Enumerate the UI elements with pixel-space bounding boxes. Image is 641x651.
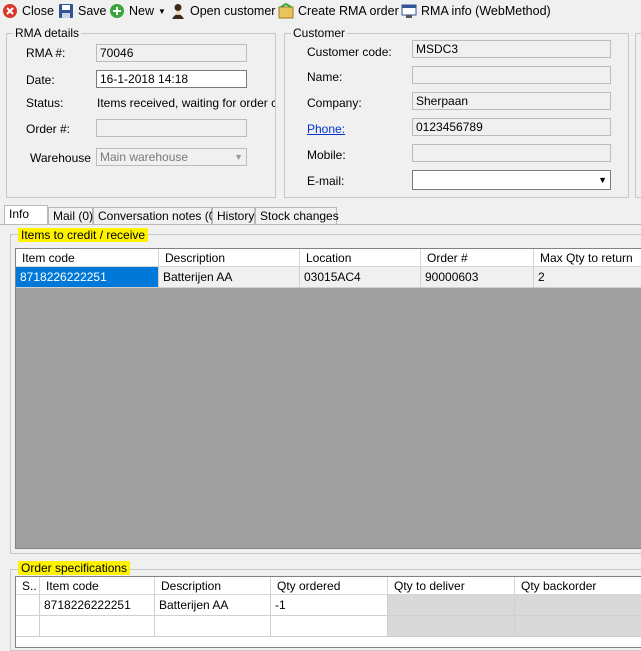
column-header-order-number[interactable]: Order # [421, 249, 534, 267]
cell-item-code[interactable] [40, 616, 155, 637]
close-icon [2, 3, 18, 19]
email-label: E-mail: [307, 174, 345, 188]
cell-qty-ordered[interactable] [271, 616, 388, 637]
cell-status[interactable] [16, 616, 40, 637]
new-button[interactable]: New ▼ [109, 2, 166, 20]
customer-title: Customer [291, 26, 348, 40]
column-header-qty-backorder[interactable]: Qty backorder [515, 577, 641, 595]
column-header-qty-to-deliver[interactable]: Qty to deliver [388, 577, 515, 595]
mobile-label: Mobile: [307, 148, 346, 162]
customer-code-label: Customer code: [307, 45, 392, 59]
column-header-location[interactable]: Location [300, 249, 421, 267]
cell-max-qty[interactable]: 2 [534, 267, 641, 288]
open-customer-button[interactable]: Open customer [170, 2, 275, 20]
status-value: Items received, waiting for order creati… [97, 96, 275, 110]
warehouse-select[interactable]: Main warehouse ▼ [96, 148, 247, 166]
order-spec-title: Order specifications [18, 561, 131, 575]
rma-number-label: RMA #: [26, 46, 66, 60]
rma-info-button[interactable]: RMA info (WebMethod) [401, 2, 551, 20]
order-icon [278, 2, 294, 19]
column-header-item-code[interactable]: Item code [16, 249, 159, 267]
warehouse-label: Warehouse [30, 151, 91, 165]
tab-strip: Info Mail (0) Conversation notes (0) His… [0, 205, 641, 225]
date-field[interactable]: 16-1-2018 14:18 [96, 70, 247, 88]
company-label: Company: [307, 96, 362, 110]
cell-status[interactable] [16, 595, 40, 616]
person-icon [170, 3, 186, 19]
name-field[interactable] [412, 66, 611, 84]
cell-description[interactable]: Batterijen AA [155, 595, 271, 616]
cell-description[interactable]: Batterijen AA [159, 267, 300, 288]
rma-details-title: RMA details [13, 26, 82, 40]
cell-qty-to-deliver[interactable] [388, 595, 515, 616]
rma-number-field[interactable]: 70046 [96, 44, 247, 62]
info-window-icon [401, 3, 417, 19]
customer-code-field[interactable]: MSDC3 [412, 40, 611, 58]
cell-description[interactable] [155, 616, 271, 637]
create-rma-order-button[interactable]: Create RMA order [278, 2, 399, 20]
cell-qty-backorder[interactable] [515, 616, 641, 637]
column-header-description[interactable]: Description [159, 249, 300, 267]
tab-stock-changes[interactable]: Stock changes [255, 207, 339, 224]
status-label: Status: [26, 96, 64, 110]
tab-info[interactable]: Info [4, 205, 48, 225]
save-button[interactable]: Save [58, 2, 107, 20]
column-header-max-qty[interactable]: Max Qty to return [534, 249, 641, 267]
column-header-description[interactable]: Description [155, 577, 271, 595]
extra-group-edge [635, 33, 641, 198]
cell-qty-backorder[interactable] [515, 595, 641, 616]
name-label: Name: [307, 70, 343, 84]
cell-qty-ordered[interactable]: -1 [271, 595, 388, 616]
column-header-qty-ordered[interactable]: Qty ordered [271, 577, 388, 595]
company-field[interactable]: Sherpaan [412, 92, 611, 110]
phone-field[interactable]: 0123456789 [412, 118, 611, 136]
items-grid[interactable]: Item code Description Location Order # M… [15, 248, 641, 549]
mobile-field[interactable] [412, 144, 611, 162]
cell-order-number[interactable]: 90000603 [421, 267, 534, 288]
cell-qty-to-deliver[interactable] [388, 616, 515, 637]
column-header-item-code[interactable]: Item code [40, 577, 155, 595]
close-button[interactable]: Close [2, 2, 54, 20]
tab-conversation-notes[interactable]: Conversation notes (0) [93, 207, 219, 224]
chevron-down-icon: ▼ [234, 152, 243, 162]
order-number-field[interactable] [96, 119, 247, 137]
cell-item-code[interactable]: 8718226222251 [16, 267, 159, 288]
items-section-title: Items to credit / receive [18, 228, 149, 242]
cell-item-code[interactable]: 8718226222251 [40, 595, 155, 616]
date-label: Date: [26, 73, 55, 87]
chevron-down-icon: ▼ [598, 175, 607, 185]
phone-link[interactable]: Phone: [307, 122, 345, 136]
plus-icon [109, 3, 125, 19]
toolbar: Close Save New ▼ Open customer Create RM… [0, 0, 641, 22]
cell-location[interactable]: 03015AC4 [300, 267, 421, 288]
chevron-down-icon: ▼ [158, 6, 166, 16]
tab-mail[interactable]: Mail (0) [48, 207, 93, 224]
floppy-disk-icon [58, 3, 74, 19]
column-header-status[interactable]: S.. [16, 577, 40, 595]
email-combobox[interactable]: ▼ [412, 170, 611, 190]
order-number-label: Order #: [26, 122, 71, 136]
tab-history[interactable]: History [212, 207, 255, 224]
order-spec-grid[interactable]: S.. Item code Description Qty ordered Qt… [15, 576, 641, 648]
